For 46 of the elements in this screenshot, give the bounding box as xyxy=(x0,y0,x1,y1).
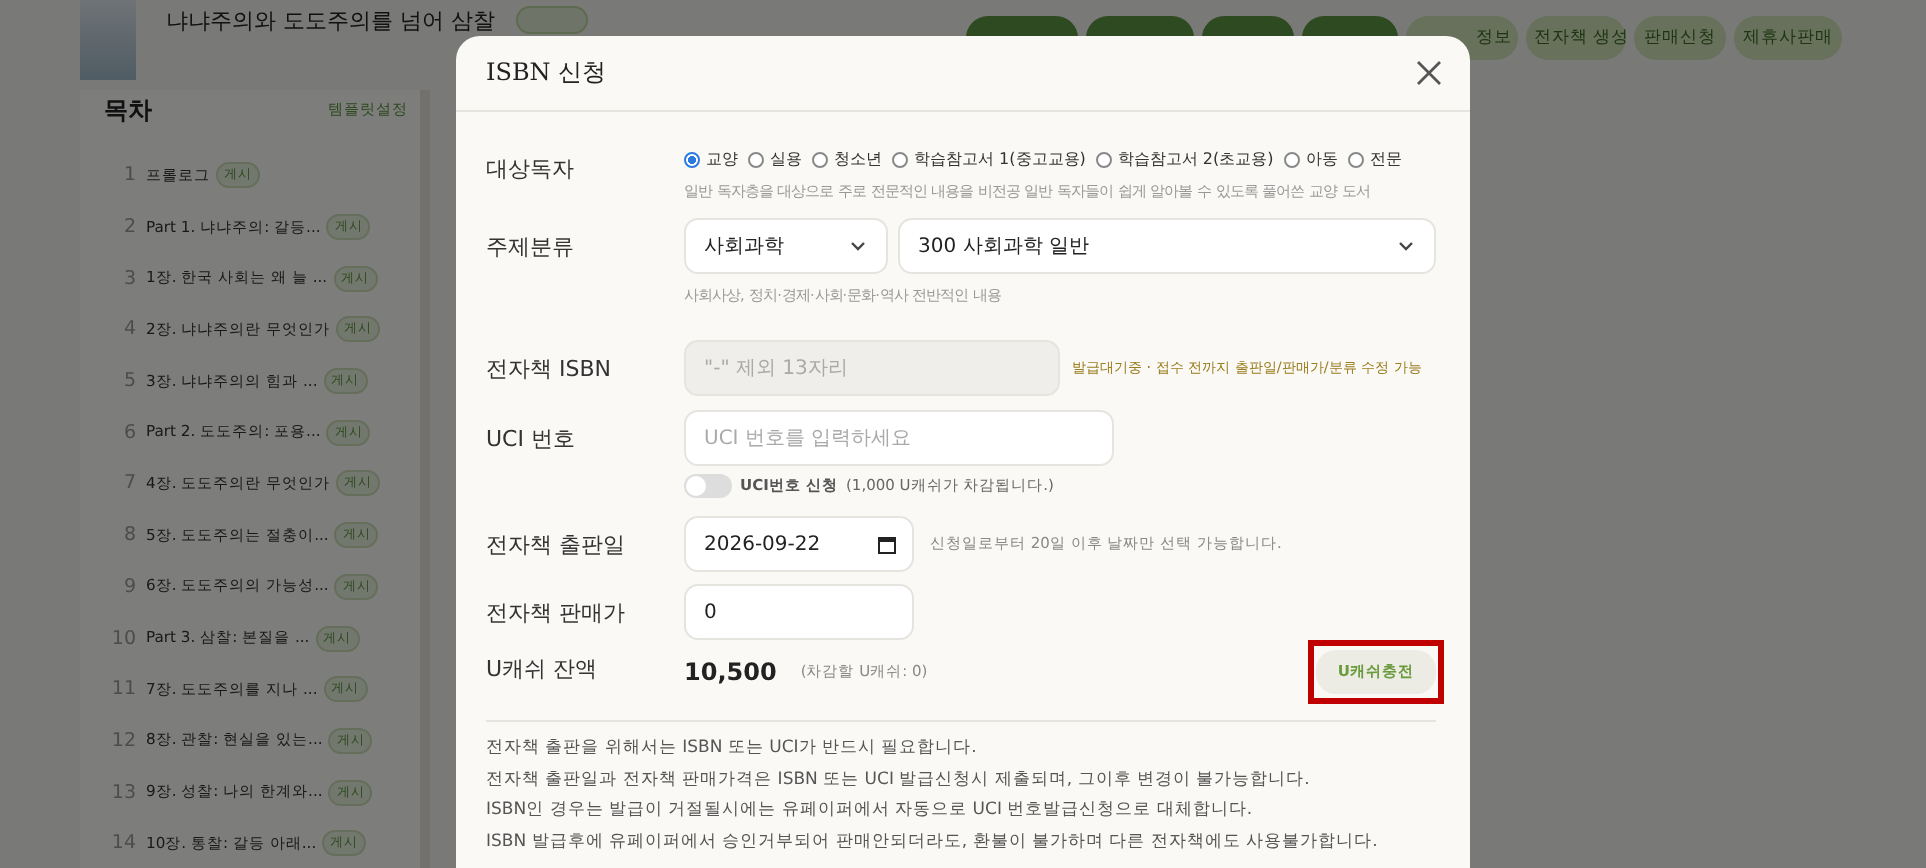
radio-label: 교양 xyxy=(706,148,738,170)
radio-button[interactable] xyxy=(748,151,764,167)
select-value: 사회과학 xyxy=(704,234,784,260)
select-value: 300 사회과학 일반 xyxy=(918,234,1089,260)
radio-button[interactable] xyxy=(812,151,828,167)
field-label: 전자책 판매가 xyxy=(486,598,627,628)
date-input-field[interactable]: 2026-09-22 xyxy=(684,516,914,572)
uci-request-toggle[interactable] xyxy=(684,474,732,498)
subcategory-select[interactable]: 300 사회과학 일반 xyxy=(898,218,1436,274)
radio-button[interactable] xyxy=(684,151,700,167)
radio-button[interactable] xyxy=(1283,151,1300,167)
radio-button[interactable] xyxy=(1095,151,1112,167)
notice-text: ISBN 발급후에 유페이퍼에서 승인거부되어 판매안되더라도, 환불이 불가하며 다른 전자책에도 사용불가합니다. xyxy=(486,829,1380,855)
toc-heading: 목차 xyxy=(104,93,152,127)
calendar-icon[interactable] xyxy=(878,535,896,553)
balance-amount: 10,500 xyxy=(684,658,777,686)
notice-text: 전자책 출판일과 전자책 판매가격은 ISBN 또는 UCI 발급신청시 제출되며, 그이후 변경이 불가능합니다. xyxy=(486,767,1312,793)
notice-text: 전자책 출판을 위해서는 ISBN 또는 UCI가 반드시 필요합니다. xyxy=(486,736,979,762)
radio-label: 아동 xyxy=(1305,148,1338,170)
radio-label: 전문 xyxy=(1369,148,1402,170)
action-button[interactable]: 제휴사판매 xyxy=(1734,16,1842,60)
action-button[interactable]: 전자책 생성 xyxy=(1526,16,1626,60)
radio-label: 학습참고서 1(중고교용) xyxy=(914,148,1086,170)
field-label: 전자책 출판일 xyxy=(486,530,627,560)
field-label: U캐쉬 잔액 xyxy=(486,654,600,684)
field-label: 대상독자 xyxy=(486,154,576,184)
field-label: 주제분류 xyxy=(486,232,576,262)
radio-button[interactable] xyxy=(1347,151,1364,167)
status-badge xyxy=(515,6,587,34)
close-icon[interactable] xyxy=(1416,60,1442,86)
field-label: UCI 번호 xyxy=(486,424,577,454)
dialog-title: ISBN 신청 xyxy=(486,56,607,90)
book-cover-image xyxy=(80,0,136,80)
field-label: 전자책 ISBN xyxy=(486,354,613,384)
book-title: 냐냐주의와 도도주의를 넘어 삼찰 xyxy=(166,5,495,35)
uci-input-field[interactable]: UCI 번호를 입력하세요 xyxy=(684,410,1114,466)
notice-text: ISBN인 경우는 발급이 거절될시에는 유페이퍼에서 자동으로 UCI 번호발급신청으로 대체합니다. xyxy=(486,798,1255,824)
price-input-field[interactable]: 0 xyxy=(684,584,914,640)
radio-label: 청소년 xyxy=(834,148,882,170)
action-button[interactable]: 판매신청 xyxy=(1634,16,1726,60)
radio-button[interactable] xyxy=(892,151,908,167)
chevron-down-icon xyxy=(1396,236,1416,256)
radio-label: 실용 xyxy=(770,148,802,170)
radio-label: 학습참고서 2(초교용) xyxy=(1117,148,1274,170)
category-select[interactable]: 사회과학 xyxy=(684,218,888,274)
chevron-down-icon xyxy=(848,236,868,256)
